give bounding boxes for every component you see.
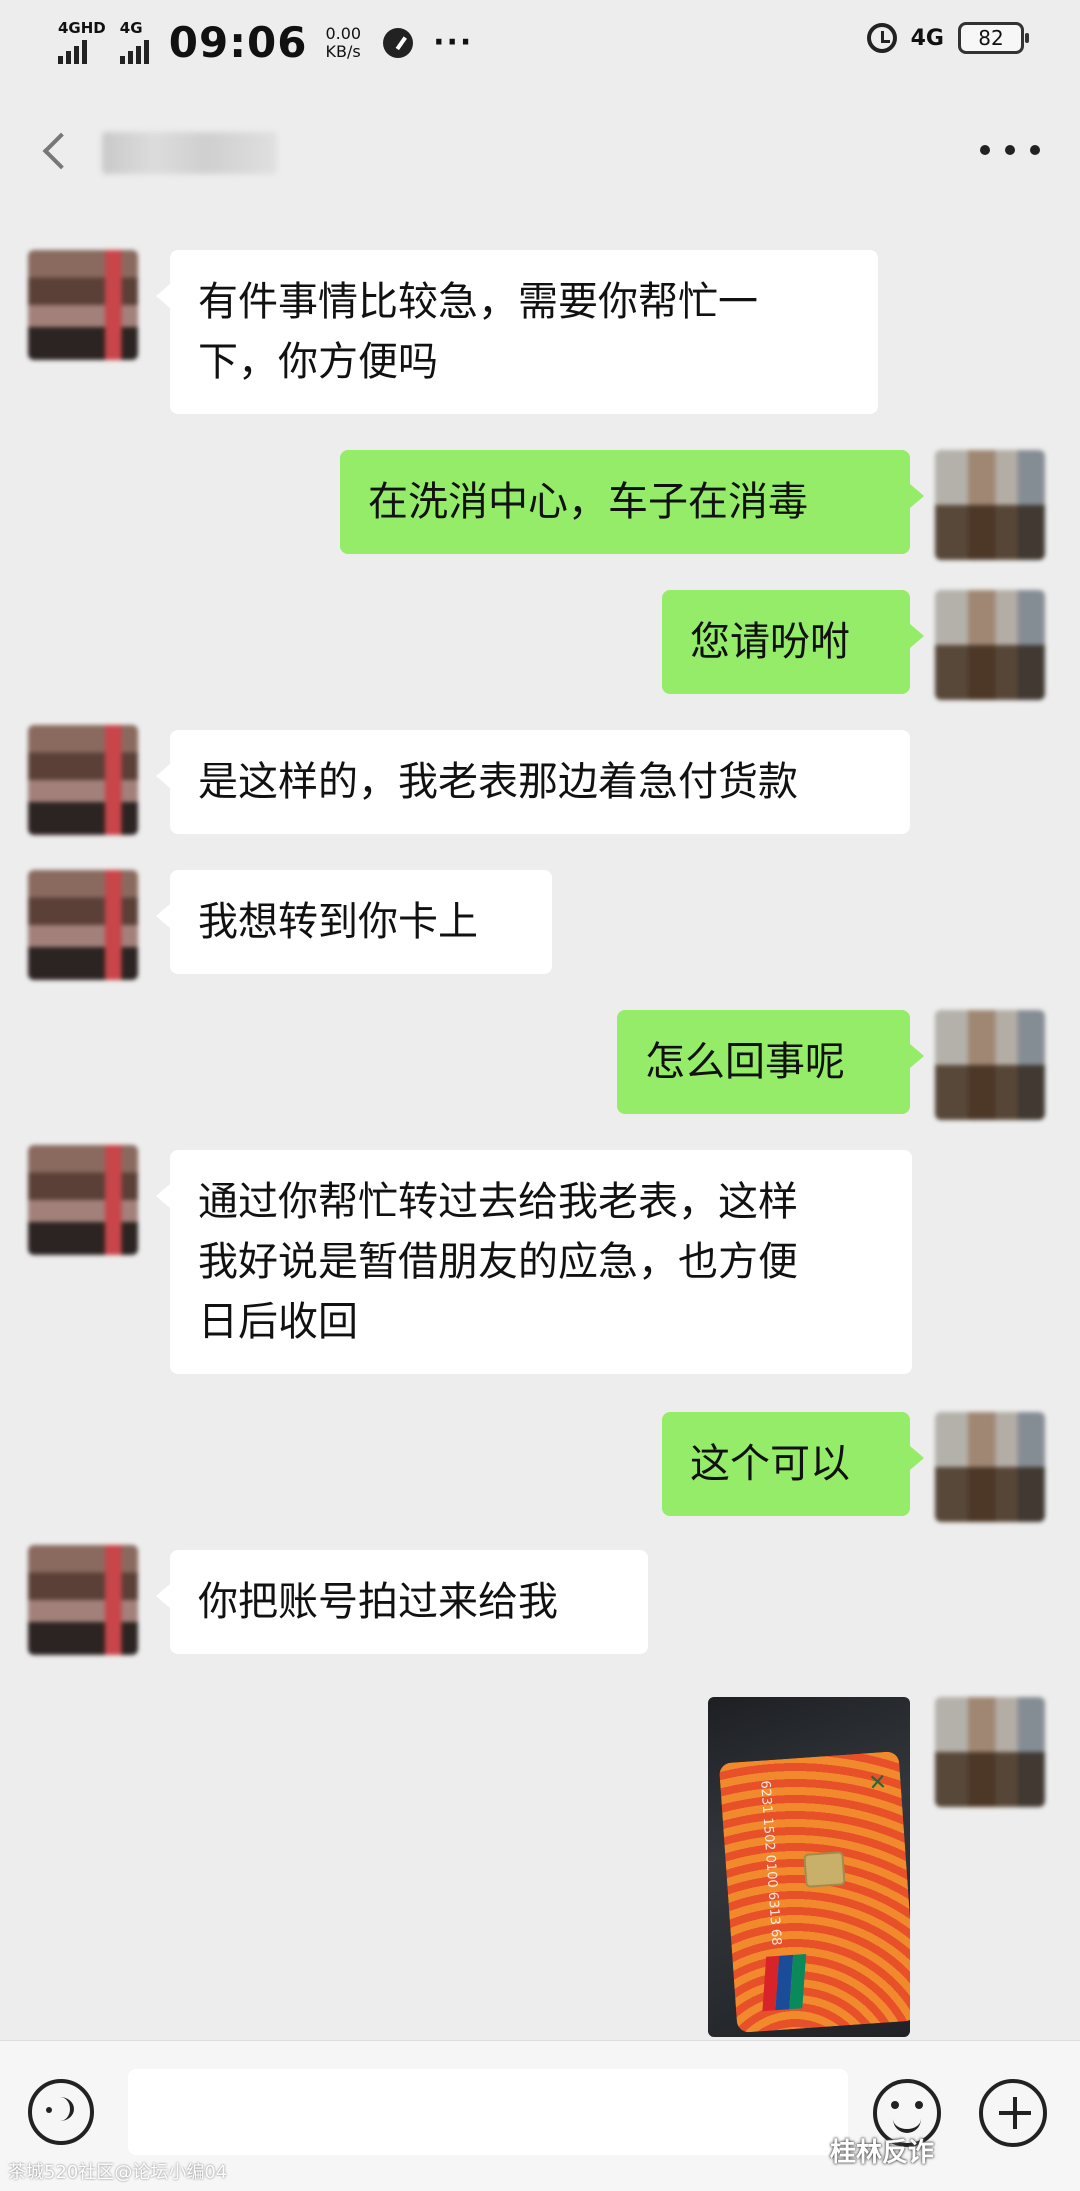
status-bar: 4GHD 4G 09:06 0.00 KB/s ··· 4G 82 bbox=[0, 0, 1080, 90]
my-avatar[interactable] bbox=[935, 590, 1045, 700]
card-chip-icon bbox=[803, 1851, 846, 1888]
contact-avatar[interactable] bbox=[28, 725, 138, 835]
message-bubble-outgoing: 怎么回事呢 bbox=[617, 1010, 924, 1114]
card-number: 6231 1502 0100 6313 68 bbox=[757, 1779, 784, 1946]
network-speed: 0.00 KB/s bbox=[325, 23, 362, 61]
signal-sim2: 4G bbox=[119, 19, 149, 64]
message-bubble-incoming: 是这样的，我老表那边着急付货款 bbox=[156, 730, 910, 834]
unionpay-logo-icon bbox=[762, 1953, 807, 2012]
battery-level: 82 bbox=[978, 26, 1004, 50]
contact-avatar[interactable] bbox=[28, 250, 138, 360]
alarm-icon bbox=[866, 23, 897, 53]
contact-avatar[interactable] bbox=[28, 1545, 138, 1655]
more-notifications-icon: ··· bbox=[433, 25, 474, 60]
contact-avatar[interactable] bbox=[28, 1145, 138, 1255]
message-bubble-outgoing: 这个可以 bbox=[662, 1412, 924, 1516]
my-avatar[interactable] bbox=[935, 450, 1045, 560]
network-type: 4G bbox=[910, 25, 944, 51]
chat-title-blurred bbox=[102, 132, 277, 174]
bank-logo-icon: ✕ bbox=[867, 1769, 888, 1797]
back-arrow-icon[interactable] bbox=[38, 126, 78, 176]
message-bubble-incoming: 有件事情比较急，需要你帮忙一 下，你方便吗 bbox=[156, 250, 878, 414]
message-bubble-incoming: 你把账号拍过来给我 bbox=[156, 1550, 648, 1654]
message-bubble-outgoing: 在洗消中心，车子在消毒 bbox=[340, 450, 924, 554]
my-avatar[interactable] bbox=[935, 1010, 1045, 1120]
my-avatar[interactable] bbox=[935, 1412, 1045, 1522]
my-avatar[interactable] bbox=[935, 1697, 1045, 1807]
add-more-icon[interactable] bbox=[979, 2079, 1047, 2147]
voice-input-icon[interactable] bbox=[28, 2079, 94, 2145]
signal-bars-icon bbox=[58, 38, 87, 64]
watermark-left: 茶城520社区@论坛小编04 bbox=[8, 2162, 228, 2183]
bank-card-photo-message[interactable]: ✕ 6231 1502 0100 6313 68 bbox=[708, 1697, 910, 2037]
signal-sim1: 4GHD bbox=[58, 21, 106, 64]
message-bubble-incoming: 通过你帮忙转过去给我老表，这样 我好说是暂借朋友的应急，也方便 日后收回 bbox=[156, 1150, 912, 1374]
message-bubble-outgoing: 您请吩咐 bbox=[662, 590, 924, 694]
speed-unit: KB/s bbox=[325, 41, 361, 61]
bank-card-image: ✕ 6231 1502 0100 6313 68 bbox=[718, 1751, 910, 2033]
battery-icon: 82 bbox=[958, 22, 1029, 54]
signal-bars-icon bbox=[119, 38, 149, 64]
more-options-icon[interactable] bbox=[980, 130, 1040, 170]
message-bubble-incoming: 我想转到你卡上 bbox=[156, 870, 552, 974]
chat-header bbox=[0, 110, 1080, 190]
notification-icon bbox=[383, 27, 414, 58]
sim1-label: 4GHD bbox=[58, 19, 106, 37]
sim2-label: 4G bbox=[119, 19, 143, 37]
message-input[interactable] bbox=[128, 2069, 848, 2155]
contact-avatar[interactable] bbox=[28, 870, 138, 980]
speed-value: 0.00 bbox=[325, 23, 362, 43]
clock: 09:06 bbox=[168, 18, 308, 67]
watermark-right: 桂林反诈 bbox=[830, 2138, 935, 2168]
